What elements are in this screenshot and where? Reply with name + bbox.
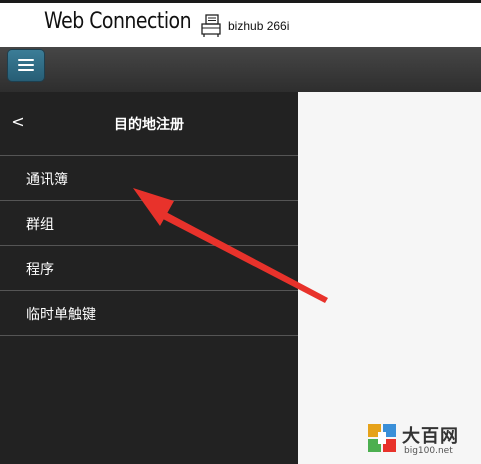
menu-item-label: 群组 [26, 217, 54, 233]
panel-header: < 目的地注册 [0, 92, 298, 156]
toolbar [0, 47, 481, 92]
app-title: Web Connection [44, 9, 192, 34]
menu-button[interactable] [8, 50, 44, 81]
menu-item-program[interactable]: 程序 [0, 246, 298, 291]
menu-item-address-book[interactable]: 通讯簿 [0, 156, 298, 201]
menu-item-temporary-one-touch[interactable]: 临时单触键 [0, 291, 298, 336]
app-header: Web Connection bizhub 266i [0, 0, 481, 47]
watermark-url: big100.net [404, 446, 453, 456]
watermark-brand: 大百网 [402, 426, 459, 447]
menu-item-label: 通讯簿 [26, 172, 68, 188]
printer-icon [201, 14, 221, 37]
panel-title: 目的地注册 [114, 117, 184, 133]
menu-item-label: 程序 [26, 262, 54, 278]
web-connection-page: Web Connection bizhub 266i < 目的地注册 通讯簿 群… [0, 0, 481, 464]
destination-menu: 通讯簿 群组 程序 临时单触键 [0, 156, 298, 336]
menu-item-label: 临时单触键 [26, 307, 96, 323]
watermark: 大百网 big100.net [362, 418, 481, 464]
device-name: bizhub 266i [228, 19, 290, 33]
side-panel: < 目的地注册 通讯簿 群组 程序 临时单触键 [0, 92, 298, 464]
watermark-logo-icon [368, 424, 396, 452]
menu-item-group[interactable]: 群组 [0, 201, 298, 246]
content-area [298, 92, 481, 464]
